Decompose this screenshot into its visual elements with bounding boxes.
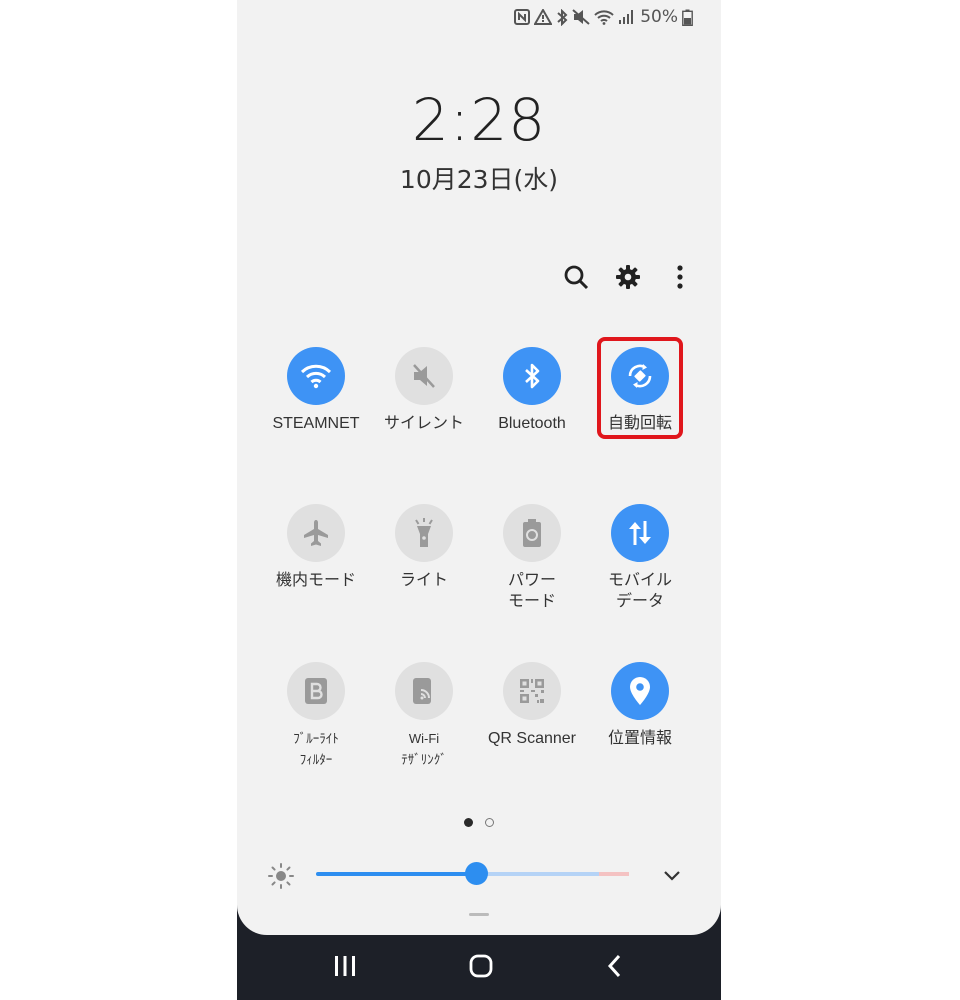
recent-apps-icon <box>335 956 355 976</box>
mute-status-icon <box>572 9 590 25</box>
brightness-slider[interactable] <box>316 862 629 885</box>
tile-label: ﾌﾞﾙｰﾗｲﾄ ﾌｨﾙﾀｰ <box>293 731 339 767</box>
alert-icon <box>534 9 553 25</box>
tile-silent[interactable]: サイレント <box>370 347 478 434</box>
tile-label: ライト <box>399 572 448 589</box>
more-options-button[interactable] <box>663 262 697 292</box>
tile-label: サイレント <box>383 415 464 432</box>
highlight-box <box>597 337 683 439</box>
page-dot-2[interactable] <box>485 818 494 827</box>
recent-apps-button[interactable] <box>333 953 357 979</box>
hotspot-icon <box>413 678 431 704</box>
search-icon <box>564 265 589 290</box>
tile-qr-scanner[interactable]: QR Scanner <box>478 662 586 749</box>
more-vert-icon <box>677 265 683 289</box>
brightness-icon <box>268 863 294 889</box>
tile-bluetooth[interactable]: Bluetooth <box>478 347 586 434</box>
tile-label: 位置情報 <box>607 730 672 747</box>
clock-date: 10月23日(水) <box>399 165 559 194</box>
mute-icon <box>413 364 435 388</box>
quick-panel: 50% 2:28 10月23日(水) STEAMNET サイレント Blueto… <box>237 0 721 935</box>
tile-blue-light-filter-button[interactable] <box>287 662 345 720</box>
gear-icon <box>616 265 640 289</box>
tile-label: Bluetooth <box>498 415 566 432</box>
tile-wifi-tethering[interactable]: Wi-Fi ﾃｻﾞﾘﾝｸﾞ <box>370 662 478 770</box>
qr-icon <box>520 679 544 703</box>
panel-drag-handle[interactable] <box>469 913 489 916</box>
chevron-down-icon <box>664 871 680 881</box>
search-button[interactable] <box>559 262 593 292</box>
bluetooth-icon <box>525 363 540 389</box>
tile-airplane[interactable]: 機内モード <box>262 504 370 591</box>
tile-wifi-tethering-button[interactable] <box>395 662 453 720</box>
settings-button[interactable] <box>611 262 645 292</box>
brightness-slider-thumb[interactable] <box>465 862 488 885</box>
quick-panel-toolbar <box>559 262 697 292</box>
navigation-bar <box>237 935 721 1000</box>
tile-flashlight-button[interactable] <box>395 504 453 562</box>
tile-location[interactable]: 位置情報 <box>586 662 694 749</box>
wifi-status-icon <box>594 10 614 25</box>
battery-percent: 50% <box>640 7 678 27</box>
brightness-slider-fill <box>316 872 476 876</box>
flashlight-icon <box>415 518 433 547</box>
tile-label: Wi-Fi ﾃｻﾞﾘﾝｸﾞ <box>401 731 447 767</box>
power-mode-icon <box>523 519 541 547</box>
brightness-slider-high-zone <box>599 872 629 876</box>
tile-label: 機内モード <box>275 572 356 589</box>
page-dot-1[interactable] <box>464 818 473 827</box>
airplane-icon <box>304 520 328 546</box>
phone-screen: 50% 2:28 10月23日(水) STEAMNET サイレント Blueto… <box>237 0 721 1000</box>
tile-wifi-button[interactable] <box>287 347 345 405</box>
tile-flashlight[interactable]: ライト <box>370 504 478 591</box>
tile-mobile-data-button[interactable] <box>611 504 669 562</box>
back-button[interactable] <box>605 953 625 979</box>
tile-power-mode[interactable]: パワー モード <box>478 504 586 612</box>
home-button[interactable] <box>468 953 494 979</box>
blue-light-filter-icon <box>305 678 327 704</box>
clock-time: 2:28 <box>411 86 547 154</box>
back-icon <box>607 954 621 978</box>
tile-location-button[interactable] <box>611 662 669 720</box>
page-indicator <box>237 818 721 827</box>
tile-label: QR Scanner <box>487 730 577 747</box>
nfc-icon <box>514 9 531 25</box>
tile-silent-button[interactable] <box>395 347 453 405</box>
status-bar: 50% <box>514 6 693 28</box>
tile-wifi[interactable]: STEAMNET <box>262 347 370 434</box>
mobile-data-icon <box>629 521 651 545</box>
expand-brightness-button[interactable] <box>659 862 685 888</box>
bluetooth-status-icon <box>557 8 568 26</box>
tile-label: STEAMNET <box>272 415 360 432</box>
location-icon <box>630 677 650 705</box>
battery-icon <box>682 9 693 26</box>
tile-blue-light-filter[interactable]: ﾌﾞﾙｰﾗｲﾄ ﾌｨﾙﾀｰ <box>262 662 370 770</box>
tile-label: モバイル データ <box>607 572 672 610</box>
signal-icon <box>619 10 634 24</box>
tile-airplane-button[interactable] <box>287 504 345 562</box>
tile-qr-scanner-button[interactable] <box>503 662 561 720</box>
tile-bluetooth-button[interactable] <box>503 347 561 405</box>
tile-label: パワー モード <box>507 572 556 610</box>
tile-power-mode-button[interactable] <box>503 504 561 562</box>
home-icon <box>469 954 493 978</box>
wifi-icon <box>300 364 332 389</box>
tile-mobile-data[interactable]: モバイル データ <box>586 504 694 612</box>
